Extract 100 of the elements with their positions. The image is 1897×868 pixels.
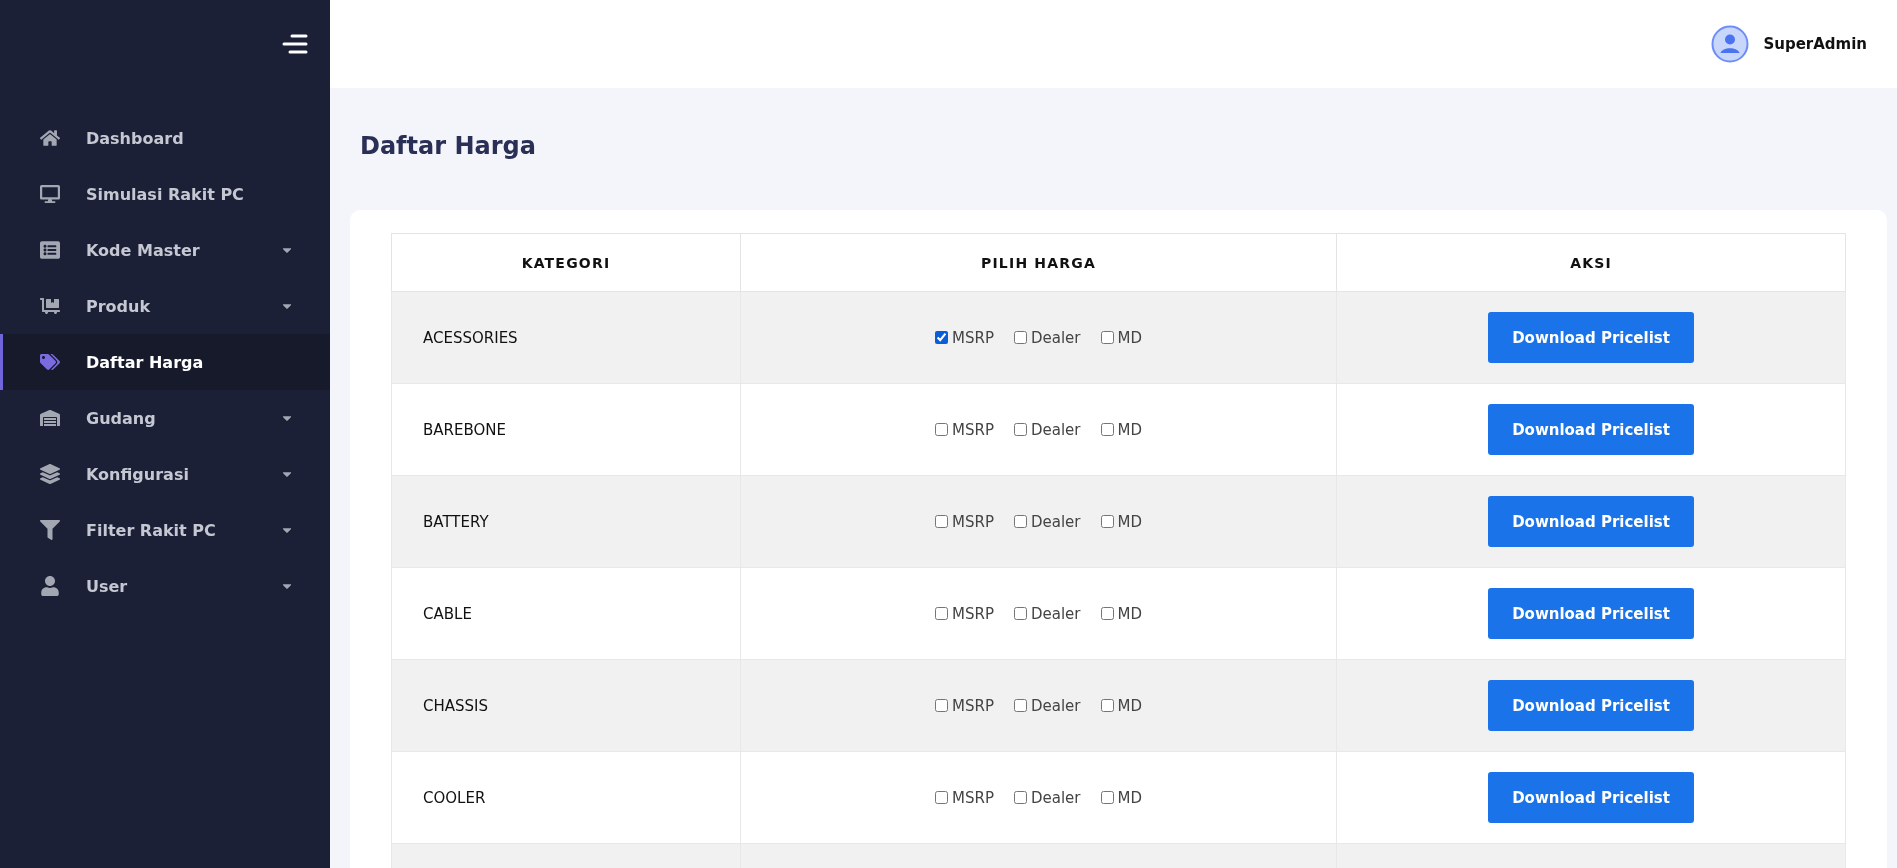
- price-option[interactable]: MD: [1100, 328, 1142, 347]
- price-option[interactable]: Dealer: [1013, 420, 1081, 439]
- option-label: MD: [1117, 604, 1142, 623]
- sidebar-item[interactable]: Dashboard: [0, 110, 330, 166]
- column-header: AKSI: [1336, 233, 1846, 292]
- option-label: MSRP: [952, 328, 994, 347]
- warehouse-icon: [40, 408, 60, 428]
- filter-icon: [40, 520, 60, 540]
- checkbox[interactable]: [1013, 791, 1027, 804]
- option-label: MSRP: [952, 696, 994, 715]
- tags-icon: [40, 352, 60, 372]
- home-icon: [40, 128, 60, 148]
- sidebar-item-label: Dashboard: [86, 128, 185, 148]
- sidebar-item[interactable]: Daftar Harga: [0, 334, 330, 390]
- price-option[interactable]: MSRP: [935, 788, 994, 807]
- sidebar-item[interactable]: Konfigurasi: [0, 446, 330, 502]
- column-header: PILIH HARGA: [740, 233, 1337, 292]
- option-label: MD: [1117, 788, 1142, 807]
- checkbox[interactable]: [1013, 699, 1027, 712]
- price-option[interactable]: MSRP: [935, 696, 994, 715]
- list-icon: [40, 240, 60, 260]
- option-label: MD: [1117, 420, 1142, 439]
- sidebar-item-label: Daftar Harga: [86, 352, 205, 372]
- download-button[interactable]: Download Pricelist: [1488, 496, 1695, 547]
- price-option[interactable]: MSRP: [935, 420, 994, 439]
- checkbox[interactable]: [1100, 515, 1114, 528]
- user-name: SuperAdmin: [1763, 35, 1867, 53]
- price-option[interactable]: Dealer: [1013, 696, 1081, 715]
- option-label: Dealer: [1030, 696, 1081, 715]
- layers-icon: [40, 464, 60, 484]
- option-label: MSRP: [952, 420, 994, 439]
- option-label: Dealer: [1030, 420, 1081, 439]
- checkbox[interactable]: [1013, 515, 1027, 528]
- category-cell-text: BATTERY: [422, 512, 490, 531]
- price-option[interactable]: MD: [1100, 420, 1142, 439]
- download-button[interactable]: Download Pricelist: [1488, 404, 1695, 455]
- sidebar-item[interactable]: Simulasi Rakit PC: [0, 166, 330, 222]
- category-cell-text: COOLER: [422, 788, 487, 807]
- price-option[interactable]: Dealer: [1013, 512, 1081, 531]
- sidebar-item[interactable]: User: [0, 558, 330, 614]
- sidebar-item-label: Filter Rakit PC: [86, 520, 217, 540]
- sidebar-item-label: User: [86, 576, 129, 596]
- checkbox[interactable]: [1100, 791, 1114, 804]
- price-option[interactable]: MSRP: [935, 328, 994, 347]
- category-cell-text: CHASSIS: [422, 696, 489, 715]
- option-label: MSRP: [952, 788, 994, 807]
- price-option[interactable]: MD: [1100, 696, 1142, 715]
- sidebar-item[interactable]: Filter Rakit PC: [0, 502, 330, 558]
- option-label: MSRP: [952, 604, 994, 623]
- menu-icon[interactable]: [282, 34, 308, 54]
- price-option[interactable]: Dealer: [1013, 604, 1081, 623]
- price-option[interactable]: MD: [1100, 512, 1142, 531]
- checkbox[interactable]: [1013, 607, 1027, 620]
- download-button[interactable]: Download Pricelist: [1488, 772, 1695, 823]
- checkbox[interactable]: [935, 331, 948, 344]
- sidebar-item-label: Gudang: [86, 408, 157, 428]
- checkbox[interactable]: [935, 699, 948, 712]
- sidebar-item-label: Kode Master: [86, 240, 201, 260]
- sidebar-item-label: Simulasi Rakit PC: [86, 184, 245, 204]
- checkbox[interactable]: [1100, 423, 1114, 436]
- checkbox[interactable]: [1100, 699, 1114, 712]
- monitor-icon: [40, 184, 60, 204]
- download-button[interactable]: Download Pricelist: [1488, 680, 1695, 731]
- checkbox[interactable]: [1100, 607, 1114, 620]
- price-option[interactable]: MD: [1100, 604, 1142, 623]
- option-label: Dealer: [1030, 788, 1081, 807]
- checkbox[interactable]: [935, 791, 948, 804]
- avatar-icon[interactable]: [1711, 25, 1750, 63]
- option-label: Dealer: [1030, 328, 1081, 347]
- category-cell-text: CABLE: [422, 604, 473, 623]
- checkbox[interactable]: [1013, 331, 1027, 344]
- checkbox[interactable]: [935, 515, 948, 528]
- price-option[interactable]: MSRP: [935, 512, 994, 531]
- cart-icon: [40, 296, 60, 316]
- option-label: MSRP: [952, 512, 994, 531]
- sidebar-item[interactable]: Produk: [0, 278, 330, 334]
- sidebar-item-label: Produk: [86, 296, 152, 316]
- price-option[interactable]: MD: [1100, 788, 1142, 807]
- download-button[interactable]: Download Pricelist: [1488, 588, 1695, 639]
- checkbox[interactable]: [935, 607, 948, 620]
- checkbox[interactable]: [935, 423, 948, 436]
- price-option[interactable]: MSRP: [935, 604, 994, 623]
- price-option[interactable]: Dealer: [1013, 788, 1081, 807]
- column-header: KATEGORI: [391, 233, 741, 292]
- price-option[interactable]: Dealer: [1013, 328, 1081, 347]
- sidebar-item[interactable]: Kode Master: [0, 222, 330, 278]
- checkbox[interactable]: [1013, 423, 1027, 436]
- category-cell-text: BAREBONE: [422, 420, 507, 439]
- sidebar-item[interactable]: Gudang: [0, 390, 330, 446]
- option-label: MD: [1117, 328, 1142, 347]
- checkbox[interactable]: [1100, 331, 1114, 344]
- option-label: Dealer: [1030, 512, 1081, 531]
- option-label: MD: [1117, 696, 1142, 715]
- option-label: Dealer: [1030, 604, 1081, 623]
- page-title: Daftar Harga: [359, 131, 537, 162]
- category-cell-text: ACESSORIES: [422, 328, 519, 347]
- option-label: MD: [1117, 512, 1142, 531]
- user-icon: [40, 576, 60, 596]
- sidebar-item-label: Konfigurasi: [86, 464, 190, 484]
- download-button[interactable]: Download Pricelist: [1488, 312, 1695, 363]
